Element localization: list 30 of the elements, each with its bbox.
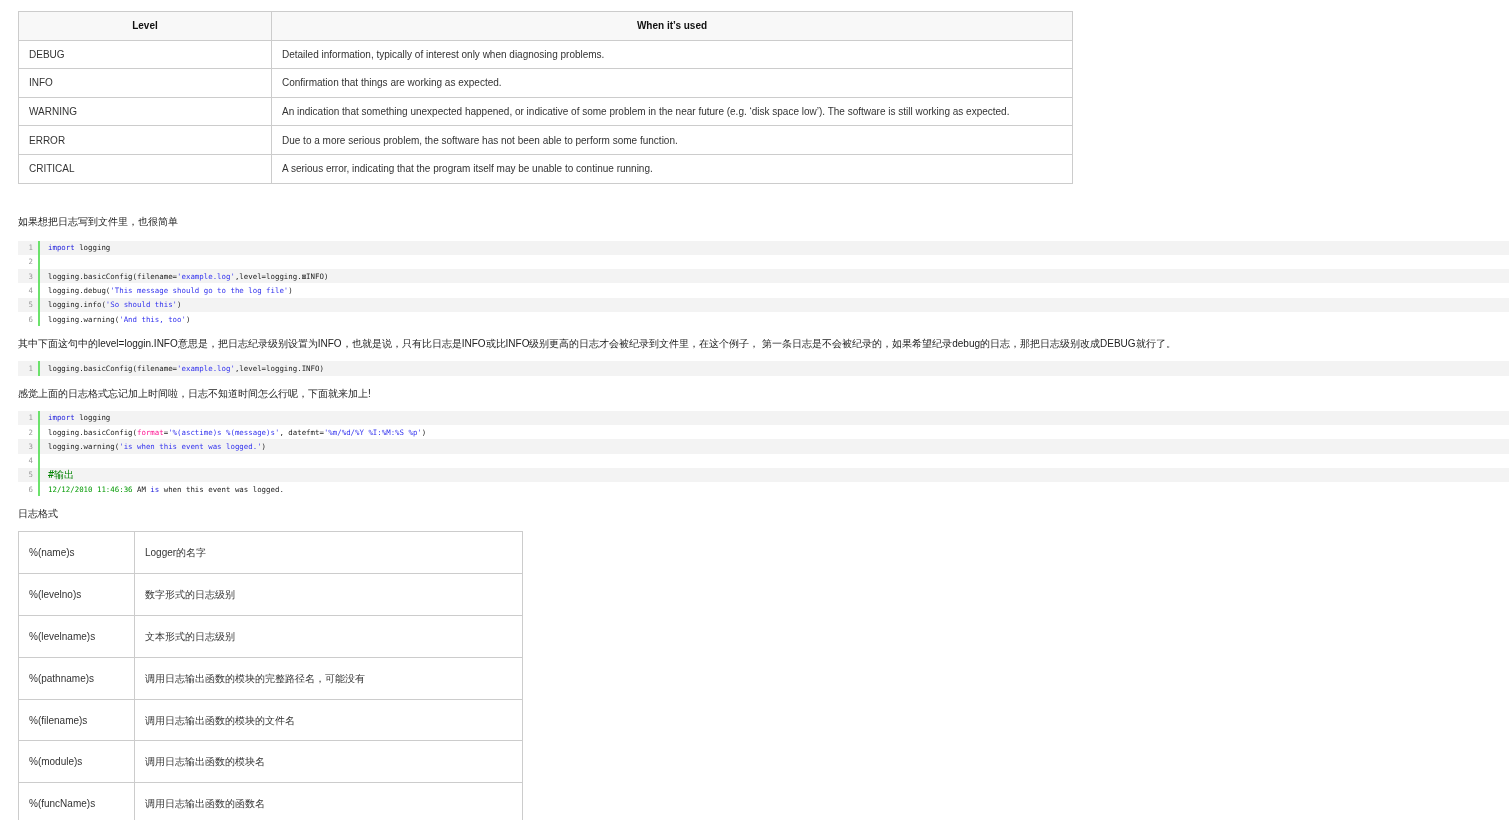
table-cell: CRITICAL bbox=[18, 154, 272, 184]
table-cell: Confirmation that things are working as expected. bbox=[271, 68, 1073, 98]
paragraph: 日志格式 bbox=[18, 507, 59, 522]
table-cell: 调用日志输出函数的模块的完整路径名，可能没有 bbox=[134, 657, 523, 700]
table-cell: Detailed information, typically of interest only when diagnosing problems. bbox=[271, 40, 1073, 69]
column-header: Level bbox=[18, 11, 272, 41]
table-cell: 文本形式的日志级别 bbox=[134, 615, 523, 658]
table-cell: %(filename)s bbox=[18, 699, 135, 741]
table-cell: WARNING bbox=[18, 97, 272, 126]
paragraph: 感觉上面的日志格式忘记加上时间啦，日志不知道时间怎么行呢，下面就来加上! bbox=[18, 386, 372, 401]
table-cell: ERROR bbox=[18, 125, 272, 155]
table-cell: %(module)s bbox=[18, 740, 135, 783]
paragraph: 其中下面这句中的level=loggin.INFO意思是，把日志纪录级别设置为INFO，也就是说，只有比日志是INFO或比INFO级别更高的日志才会被纪录到文件里，在这个例子， 第一条日志是不会被纪录的，如果希望纪录debug的日志，那把日志级别改成DEBUG就行了。 bbox=[18, 337, 1177, 352]
table-cell: 数字形式的日志级别 bbox=[134, 573, 523, 616]
table-cell: %(name)s bbox=[18, 531, 135, 574]
code-line: #输出 bbox=[47, 468, 75, 483]
table-cell: 调用日志输出函数的模块名 bbox=[134, 740, 523, 783]
table-cell: Logger的名字 bbox=[134, 531, 523, 574]
column-header: When it’s used bbox=[271, 11, 1073, 41]
paragraph: 如果想把日志写到文件里，也很简单 bbox=[18, 214, 179, 229]
table-cell: %(pathname)s bbox=[18, 657, 135, 700]
table-cell: An indication that something unexpected happened, or indicative of some problem in the near future (e.g. ‘disk space low’). The software is still working as expected. bbox=[271, 97, 1073, 126]
table-cell: A serious error, indicating that the program itself may be unable to continue running. bbox=[271, 154, 1073, 184]
table-cell: %(levelno)s bbox=[18, 573, 135, 616]
table-cell: %(levelname)s bbox=[18, 615, 135, 658]
table-cell: Due to a more serious problem, the software has not been able to perform some function. bbox=[271, 125, 1073, 155]
table-cell: INFO bbox=[18, 68, 272, 98]
table-cell: DEBUG bbox=[18, 40, 272, 69]
table-cell: 调用日志输出函数的模块的文件名 bbox=[134, 699, 523, 741]
table-cell: %(funcName)s bbox=[18, 782, 135, 820]
